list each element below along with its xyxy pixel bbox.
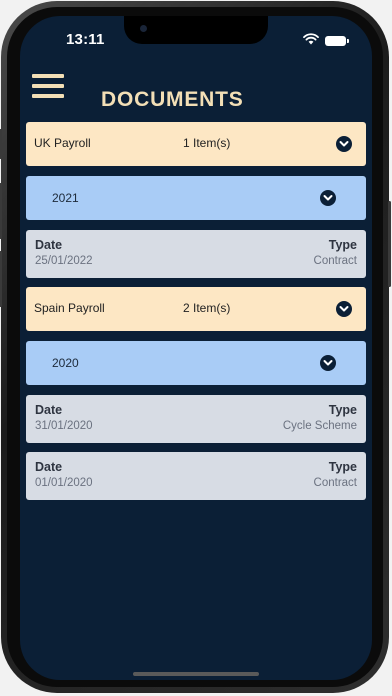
type-label: Type: [328, 403, 357, 417]
document-type: Cycle Scheme: [282, 420, 357, 432]
power-button: [388, 201, 391, 287]
status-time: 13:11: [66, 31, 105, 48]
document-date: 25/01/2022: [35, 255, 93, 267]
front-camera: [140, 25, 147, 32]
status-icons: [303, 32, 349, 50]
home-indicator[interactable]: [133, 672, 259, 676]
battery-icon: [325, 36, 349, 46]
year-header-2020[interactable]: 2020: [26, 341, 366, 385]
payroll-header-uk[interactable]: UK Payroll 1 Item(s): [26, 122, 366, 166]
page-title: DOCUMENTS: [101, 88, 244, 111]
chevron-down-icon[interactable]: [320, 190, 336, 206]
mute-switch: [0, 129, 2, 159]
year-label: 2020: [52, 356, 79, 370]
document-date: 31/01/2020: [35, 420, 93, 432]
year-header-2021[interactable]: 2021: [26, 176, 366, 220]
type-label: Type: [328, 238, 357, 252]
volume-up-button: [0, 183, 2, 239]
payroll-item-count: 1 Item(s): [183, 136, 231, 150]
document-date: 01/01/2020: [35, 477, 93, 489]
date-label: Date: [35, 403, 63, 417]
wifi-icon: [303, 32, 319, 50]
type-label: Type: [328, 460, 357, 474]
date-label: Date: [35, 238, 63, 252]
year-label: 2021: [52, 191, 79, 205]
volume-down-button: [0, 251, 2, 307]
payroll-header-spain[interactable]: Spain Payroll 2 Item(s): [26, 287, 366, 331]
document-type: Contract: [313, 255, 357, 267]
date-label: Date: [35, 460, 63, 474]
notch: [124, 16, 268, 44]
document-type: Contract: [313, 477, 357, 489]
payroll-name: Spain Payroll: [34, 301, 105, 315]
hamburger-menu-icon[interactable]: [32, 72, 66, 100]
payroll-name: UK Payroll: [34, 136, 91, 150]
document-item[interactable]: Date Type 31/01/2020 Cycle Scheme: [26, 395, 366, 443]
chevron-down-icon[interactable]: [336, 136, 352, 152]
chevron-down-icon[interactable]: [336, 301, 352, 317]
document-item[interactable]: Date Type 25/01/2022 Contract: [26, 230, 366, 278]
app-screen: 13:11 DOCUMENTS UK Payroll 1 Item(s) 202…: [20, 16, 372, 680]
document-item[interactable]: Date Type 01/01/2020 Contract: [26, 452, 366, 500]
chevron-down-icon[interactable]: [320, 355, 336, 371]
payroll-item-count: 2 Item(s): [183, 301, 231, 315]
